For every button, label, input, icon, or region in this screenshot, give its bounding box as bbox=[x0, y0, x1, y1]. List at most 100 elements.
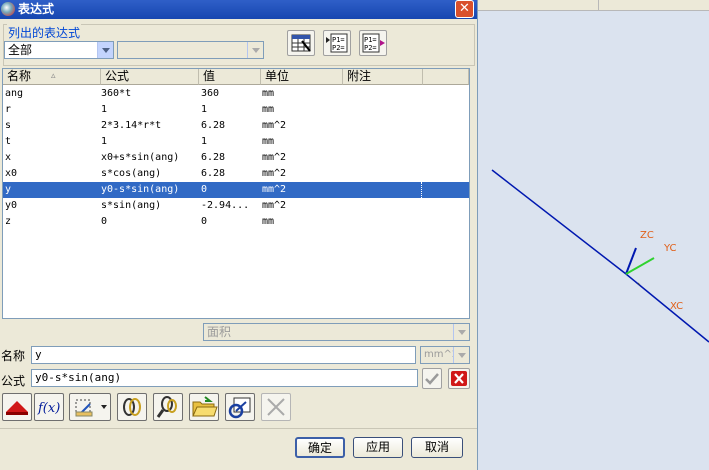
row-unit: mm^2 bbox=[262, 120, 287, 131]
filter-select-value: 全部 bbox=[8, 43, 33, 57]
row-formula: x0+s*sin(ang) bbox=[101, 152, 180, 163]
p1-p2-list-icon: P1= P2= bbox=[326, 33, 348, 53]
app-icon bbox=[1, 2, 15, 16]
expressions-list[interactable]: 名称 ▵ 公式 值 单位 附注 ang 360*t 360 mm r 1 1 mm… bbox=[2, 68, 470, 319]
find-link-icon bbox=[156, 396, 177, 418]
column-header-name[interactable]: 名称 ▵ bbox=[3, 69, 101, 85]
export-parameters-button[interactable]: P1= P2= bbox=[359, 30, 387, 56]
measure-menu-button[interactable] bbox=[69, 393, 111, 421]
row-name: z bbox=[5, 216, 12, 227]
row-name: s bbox=[5, 120, 12, 131]
row-name: y0 bbox=[5, 200, 18, 211]
column-note-label: 附注 bbox=[347, 69, 372, 83]
yc-label: YC bbox=[663, 243, 677, 254]
column-header-value[interactable]: 值 bbox=[199, 69, 261, 85]
secondary-filter-select bbox=[117, 41, 264, 59]
name-input[interactable]: y bbox=[31, 346, 416, 364]
sort-indicator-icon: ▵ bbox=[51, 71, 56, 81]
fx-label: f(x) bbox=[37, 401, 60, 416]
viewport-canvas: ZC YC XC bbox=[491, 169, 709, 343]
row-unit: mm^2 bbox=[262, 184, 287, 195]
row-unit: mm^2 bbox=[262, 152, 287, 163]
formula-label: 公式 bbox=[1, 374, 26, 388]
row-name: x0 bbox=[5, 168, 18, 179]
reject-button[interactable] bbox=[448, 368, 470, 389]
spreadsheet-icon bbox=[291, 34, 311, 52]
row-value: -2.94... bbox=[201, 200, 250, 211]
fx-function-icon: f(x) bbox=[37, 401, 60, 416]
column-header-formula[interactable]: 公式 bbox=[101, 69, 199, 85]
ok-button[interactable]: 确定 bbox=[295, 437, 345, 458]
table-row[interactable]: z 0 0 mm bbox=[3, 214, 469, 230]
column-header-note[interactable]: 附注 bbox=[343, 69, 423, 85]
p2-text: P2= bbox=[364, 44, 377, 52]
delete-button bbox=[261, 393, 291, 421]
p1-p2-export-icon: P1= P2= bbox=[362, 33, 385, 53]
cancel-button[interactable]: 取消 bbox=[411, 437, 463, 458]
chevron-down-icon bbox=[247, 42, 263, 58]
table-row-selected[interactable]: y y0-s*sin(ang) 0 mm^2 bbox=[3, 182, 469, 198]
divider bbox=[0, 428, 477, 429]
row-value: 6.28 bbox=[201, 120, 226, 131]
table-row[interactable]: y0 s*sin(ang) -2.94... mm^2 bbox=[3, 198, 469, 214]
row-name: r bbox=[5, 104, 12, 115]
export-icon bbox=[228, 397, 251, 419]
find-link-button[interactable] bbox=[153, 393, 183, 421]
dimension-select: 面积 bbox=[203, 323, 470, 341]
zc-label: ZC bbox=[640, 230, 654, 241]
link-button[interactable] bbox=[117, 393, 147, 421]
formula-input[interactable]: y0-s*sin(ang) bbox=[31, 369, 418, 387]
table-row[interactable]: s 2*3.14*r*t 6.28 mm^2 bbox=[3, 118, 469, 134]
row-unit: mm bbox=[262, 136, 275, 147]
filter-select[interactable]: 全部 bbox=[4, 41, 114, 59]
unit-select: mm^2 bbox=[420, 346, 470, 364]
formula-input-value: y0-s*sin(ang) bbox=[35, 371, 122, 384]
column-unit-label: 单位 bbox=[265, 69, 290, 83]
column-value-label: 值 bbox=[203, 69, 216, 83]
table-row[interactable]: x x0+s*sin(ang) 6.28 mm^2 bbox=[3, 150, 469, 166]
p1-text: P1= bbox=[364, 36, 377, 44]
measure-icon bbox=[75, 399, 107, 417]
row-value: 0 bbox=[201, 216, 208, 227]
table-row[interactable]: r 1 1 mm bbox=[3, 102, 469, 118]
spreadsheet-button[interactable] bbox=[287, 30, 315, 56]
row-formula: s*cos(ang) bbox=[101, 168, 162, 179]
function-button[interactable]: f(x) bbox=[34, 393, 64, 421]
up-arrow-icon bbox=[6, 401, 28, 415]
column-header-filler bbox=[423, 69, 469, 85]
row-formula: 1 bbox=[101, 104, 108, 115]
row-name: t bbox=[5, 136, 12, 147]
dimension-select-value: 面积 bbox=[207, 325, 232, 339]
p1-text: P1= bbox=[332, 36, 345, 44]
dialog-title: 表达式 bbox=[18, 2, 55, 16]
column-header-unit[interactable]: 单位 bbox=[261, 69, 343, 85]
row-value: 6.28 bbox=[201, 152, 226, 163]
row-formula: 2*3.14*r*t bbox=[101, 120, 162, 131]
open-file-button[interactable] bbox=[189, 393, 219, 421]
export-button[interactable] bbox=[225, 393, 255, 421]
expressions-dialog: 表达式 ✕ 列出的表达式 全部 P1= P2= P1= P2= 名称 ▵ 公式 … bbox=[0, 0, 478, 470]
up-button[interactable] bbox=[2, 393, 32, 421]
row-formula: s*sin(ang) bbox=[101, 200, 162, 211]
table-row[interactable]: x0 s*cos(ang) 6.28 mm^2 bbox=[3, 166, 469, 182]
close-button[interactable]: ✕ bbox=[455, 0, 474, 18]
chevron-down-icon bbox=[453, 347, 469, 363]
table-row[interactable]: t 1 1 mm bbox=[3, 134, 469, 150]
row-formula: 1 bbox=[101, 136, 108, 147]
table-row[interactable]: ang 360*t 360 mm bbox=[3, 86, 469, 102]
xc-label: XC bbox=[670, 301, 683, 312]
row-unit: mm bbox=[262, 216, 275, 227]
row-value: 1 bbox=[201, 136, 208, 147]
row-unit: mm^2 bbox=[262, 200, 287, 211]
listed-expressions-label: 列出的表达式 bbox=[7, 24, 82, 41]
graphics-viewport[interactable]: ZC YC XC bbox=[478, 0, 709, 470]
apply-button[interactable]: 应用 bbox=[353, 437, 403, 458]
title-bar[interactable]: 表达式 ✕ bbox=[0, 0, 477, 19]
name-input-value: y bbox=[35, 348, 42, 361]
row-formula: 360*t bbox=[101, 88, 132, 99]
p2-text: P2= bbox=[332, 44, 345, 52]
focus-marker bbox=[421, 182, 422, 198]
list-parameters-button[interactable]: P1= P2= bbox=[323, 30, 351, 56]
accept-button bbox=[422, 368, 442, 389]
curve-line-lower bbox=[625, 273, 709, 343]
